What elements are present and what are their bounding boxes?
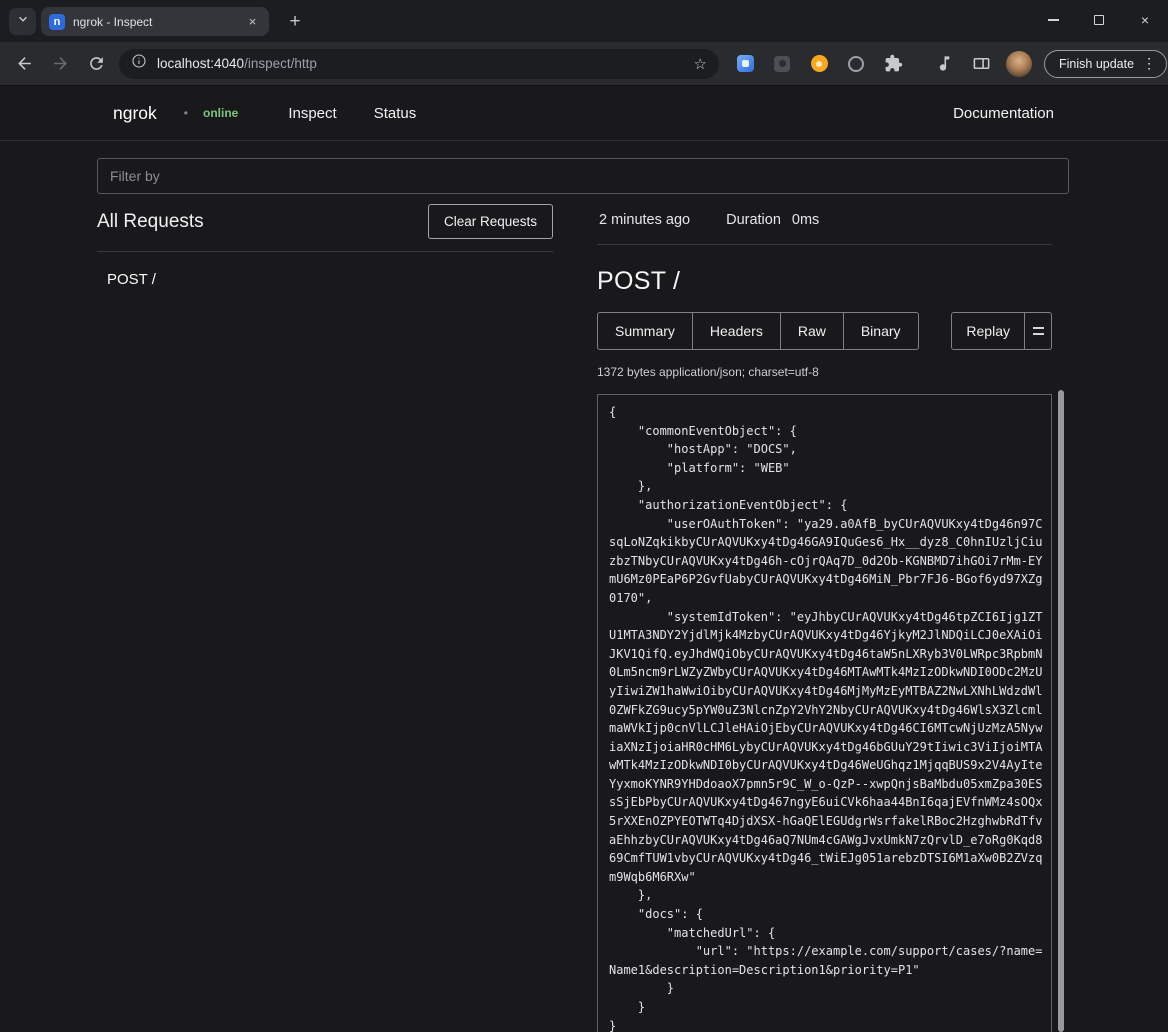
request-time-ago: 2 minutes ago [599,212,690,228]
replay-menu-icon [1033,327,1044,335]
request-detail-panel: 2 minutes ago Duration 0ms POST / Summar… [597,204,1052,1032]
pinned-extension-blue-icon[interactable] [733,52,757,76]
browser-tab[interactable]: n ngrok - Inspect × [41,7,269,36]
extensions-menu-button[interactable] [881,52,905,76]
tab-binary[interactable]: Binary [843,312,919,350]
all-requests-title: All Requests [97,211,204,233]
forward-button[interactable] [45,49,75,79]
finish-update-label: Finish update [1059,57,1134,71]
tab-close-icon[interactable]: × [244,13,261,30]
side-panel-button[interactable] [969,52,993,76]
window-close-button[interactable]: × [1122,0,1168,40]
status-separator-dot: • [184,106,188,120]
browser-window: n ngrok - Inspect × + × localhost:4040/i… [0,0,1168,1032]
puzzle-icon [884,54,903,73]
gray-square-icon [774,56,790,72]
replay-button[interactable]: Replay [951,312,1025,350]
duration-value: 0ms [792,212,819,228]
panel-scrollbar[interactable] [1058,390,1064,1032]
tab-headers[interactable]: Headers [692,312,781,350]
pinned-extension-gray-icon[interactable] [770,52,794,76]
online-status: online [203,106,238,120]
request-title: POST / [597,267,1052,296]
duration-label: Duration [726,212,781,228]
tab-search-button[interactable] [9,8,36,35]
blue-square-icon [737,55,754,72]
tab-summary[interactable]: Summary [597,312,693,350]
inspect-content: All Requests Clear Requests POST / 2 min… [97,158,1069,1032]
tab-strip: n ngrok - Inspect × + × [0,0,1168,42]
replay-group: Replay [951,312,1052,350]
pinned-extension-ring-icon[interactable] [844,52,868,76]
tab-title: ngrok - Inspect [73,15,244,29]
media-controls-button[interactable] [932,52,956,76]
tab-raw[interactable]: Raw [780,312,844,350]
back-icon [15,54,34,73]
window-controls: × [1030,0,1168,40]
nav-documentation[interactable]: Documentation [953,105,1054,122]
request-body-block: { "commonEventObject": { "hostApp": "DOC… [597,394,1052,1032]
side-panel-icon [972,54,991,73]
media-controls-icon [935,54,954,73]
replay-menu-button[interactable] [1024,312,1052,350]
url-host: localhost:4040 [157,56,244,71]
content-meta: 1372 bytes application/json; charset=utf… [597,365,1052,379]
divider [597,244,1052,245]
bookmark-star-icon[interactable]: ☆ [694,55,707,73]
ring-icon [848,56,864,72]
requests-panel: All Requests Clear Requests POST / [97,204,553,298]
new-tab-button[interactable]: + [283,9,307,33]
maximize-icon [1094,15,1104,25]
filter-input[interactable] [97,158,1069,194]
divider [97,251,553,252]
omnibox[interactable]: localhost:4040/inspect/http ☆ [119,49,719,79]
nav-status[interactable]: Status [374,105,417,122]
minimize-icon [1048,19,1059,21]
chevron-down-icon [16,12,30,31]
maximize-button[interactable] [1076,0,1122,40]
pinned-extension-orange-icon[interactable] [807,52,831,76]
request-list-item[interactable]: POST / [97,261,553,298]
back-button[interactable] [9,49,39,79]
forward-icon [51,54,70,73]
profile-avatar[interactable] [1006,51,1032,77]
request-body-json: { "commonEventObject": { "hostApp": "DOC… [609,403,1040,1032]
ngrok-favicon: n [49,14,65,30]
nav-inspect[interactable]: Inspect [288,105,336,122]
detail-tabs: Summary Headers Raw Binary Replay [597,312,1052,350]
reload-icon [87,54,106,73]
reload-button[interactable] [81,49,111,79]
extensions-area [733,51,1032,77]
url-text: localhost:4040/inspect/http [157,56,694,71]
finish-update-button[interactable]: Finish update ⋮ [1044,50,1167,78]
browser-toolbar: localhost:4040/inspect/http ☆ Finish upd… [0,42,1168,86]
ngrok-header: ngrok • online Inspect Status Documentat… [0,86,1168,141]
minimize-button[interactable] [1030,0,1076,40]
clear-requests-button[interactable]: Clear Requests [428,204,553,239]
ngrok-logo[interactable]: ngrok [113,103,157,124]
site-info-icon[interactable] [131,53,147,74]
kebab-menu-icon: ⋮ [1142,55,1156,72]
ngrok-page: ngrok • online Inspect Status Documentat… [0,86,1168,1032]
url-path: /inspect/http [244,56,317,71]
orange-circle-icon [811,55,828,72]
